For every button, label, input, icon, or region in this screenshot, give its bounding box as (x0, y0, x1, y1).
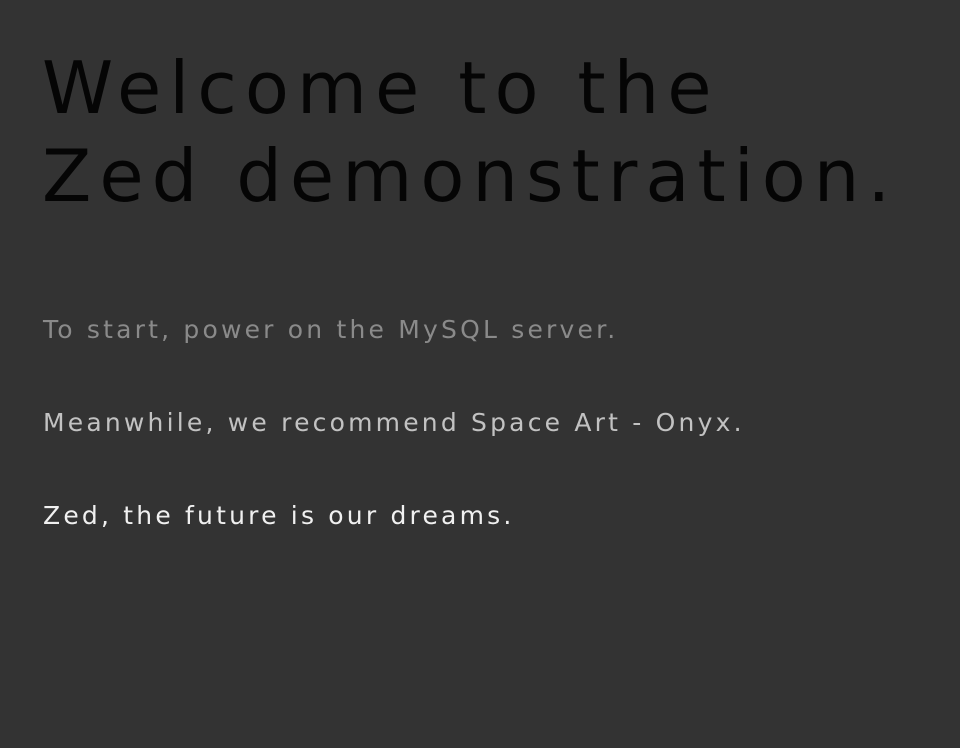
tagline-text: Zed, the future is our dreams. (43, 501, 515, 530)
welcome-heading-line-2: Zed demonstration. (42, 134, 899, 218)
recommendation-text: Meanwhile, we recommend Space Art - Onyx… (43, 408, 745, 437)
welcome-heading-line-1: Welcome to the (42, 46, 720, 130)
welcome-heading: Welcome to the Zed demonstration. (42, 44, 942, 220)
page: Welcome to the Zed demonstration. To sta… (0, 0, 960, 748)
instruction-text: To start, power on the MySQL server. (43, 315, 619, 344)
